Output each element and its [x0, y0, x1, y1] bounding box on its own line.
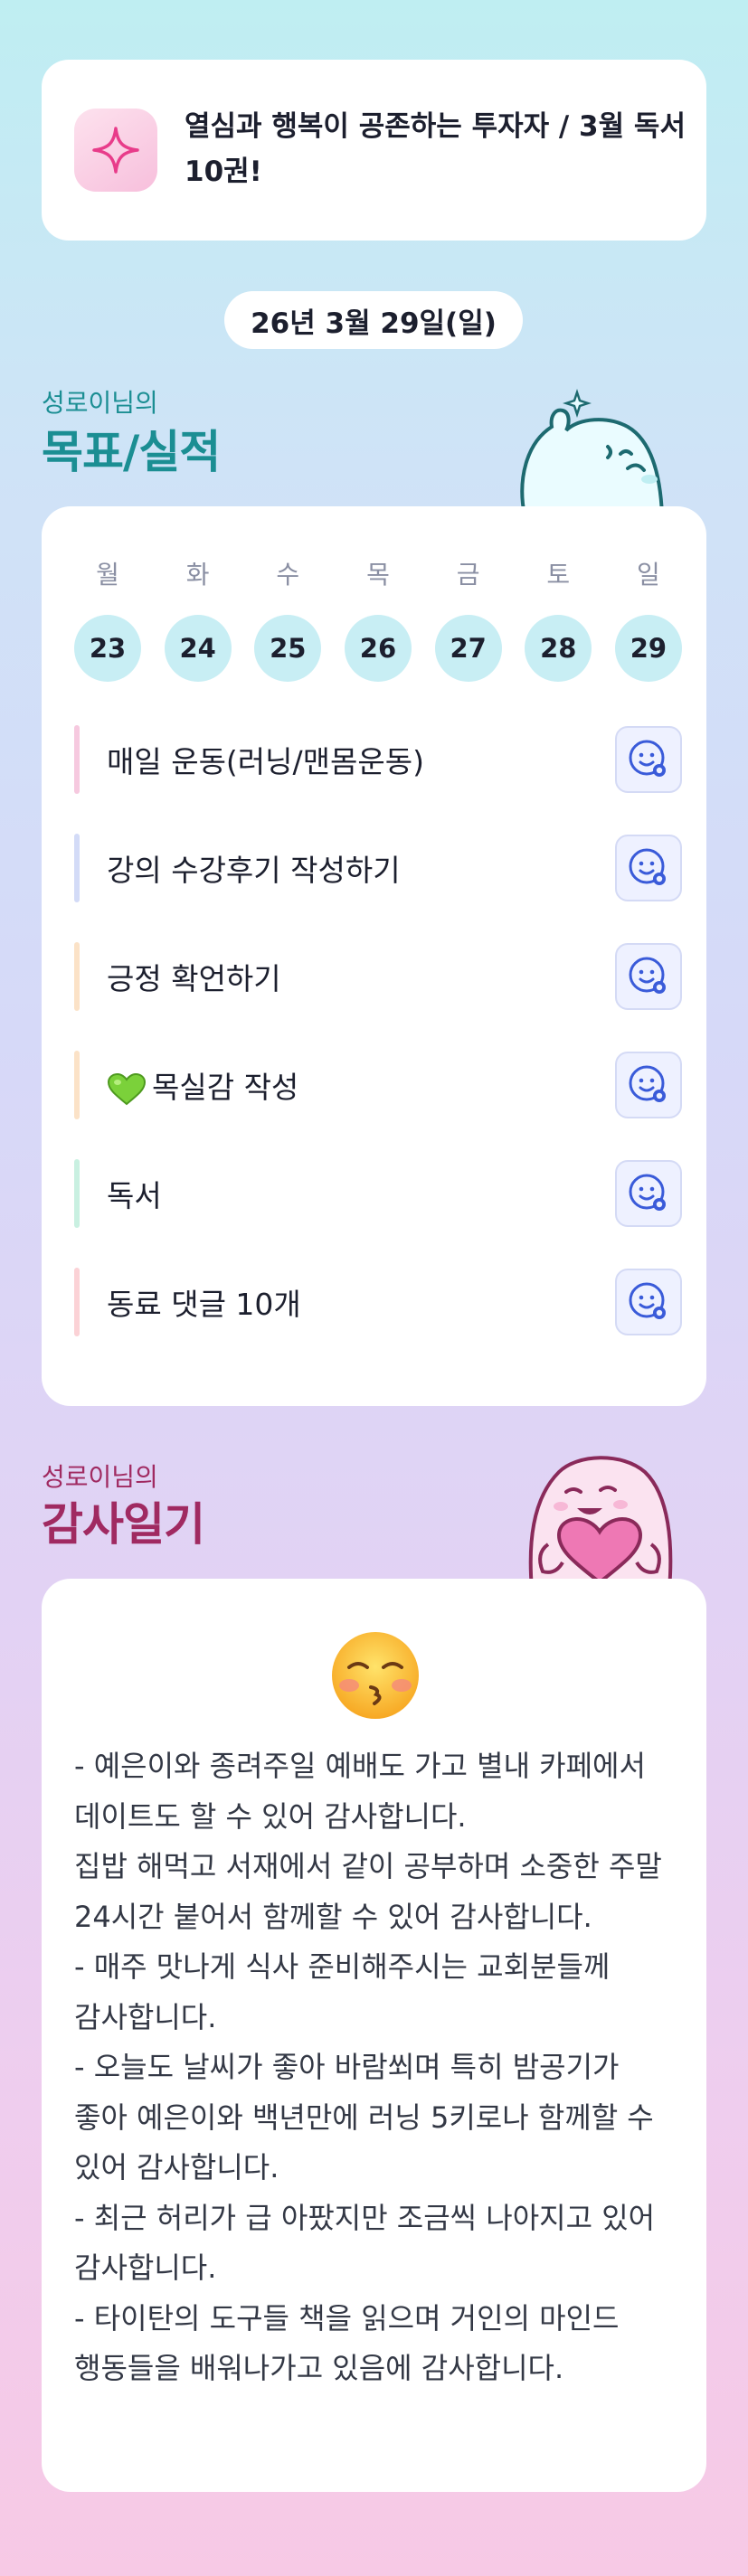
task-bar: [74, 1159, 80, 1228]
task-label: 강의 수강후기 작성하기: [107, 853, 401, 888]
task-bar: [74, 1051, 80, 1119]
reaction-button[interactable]: [615, 835, 682, 901]
sparkle-icon: [74, 109, 157, 192]
day-button[interactable]: 27: [434, 615, 502, 682]
reaction-button[interactable]: [615, 1160, 682, 1227]
smile-add-icon: [629, 1282, 666, 1319]
weekday-label: 일: [637, 560, 660, 590]
weekday-header: 월 화 수 목 금 토 일: [74, 555, 682, 591]
goals-card: 월 화 수 목 금 토 일 23 24 25 26 27 28 29 매일 운동…: [42, 506, 706, 1406]
green-heart-icon: [107, 1072, 147, 1105]
task-label: 긍정 확언하기: [107, 961, 281, 996]
weekday-label: 목: [366, 560, 390, 590]
task-row: 목실감 작성: [74, 1051, 682, 1119]
weekday-label: 수: [276, 560, 300, 590]
task-bar: [74, 1268, 80, 1336]
goal-text: 열심과 행복이 공존하는 투자자 / 3월 독서 10권!: [185, 110, 686, 188]
smile-add-icon: [629, 740, 666, 777]
reaction-button[interactable]: [615, 943, 682, 1010]
smile-add-icon: [629, 848, 666, 885]
date-label[interactable]: 26년 3월 29일(일): [224, 291, 523, 349]
gratitude-section-title: 감사일기: [42, 1498, 205, 1551]
weekday-label: 화: [185, 560, 210, 590]
task-label-container: 목실감 작성: [107, 1063, 615, 1107]
mascot-heart-icon: [528, 1456, 673, 1590]
day-button[interactable]: 24: [164, 615, 232, 682]
day-button[interactable]: 29: [614, 615, 682, 682]
diary-text: - 예은이와 종려주일 예배도 가고 별내 카페에서 데이트도 할 수 있어 감…: [74, 1749, 662, 2385]
reaction-button[interactable]: [615, 726, 682, 793]
task-label: 매일 운동(러닝/맨몸운동): [107, 744, 424, 779]
diary-card: - 예은이와 종려주일 예배도 가고 별내 카페에서 데이트도 할 수 있어 감…: [42, 1579, 706, 2492]
goals-section-title: 목표/실적: [42, 426, 221, 478]
task-bar: [74, 725, 80, 794]
task-row: 동료 댓글 10개: [74, 1268, 682, 1336]
task-row: 긍정 확언하기: [74, 942, 682, 1011]
goals-section-subtitle: 성로이님의: [42, 388, 158, 418]
smile-add-icon: [629, 957, 666, 994]
smile-add-icon: [629, 1174, 666, 1211]
day-row: 23 24 25 26 27 28 29: [74, 615, 682, 682]
day-button[interactable]: 26: [344, 615, 412, 682]
weekday-label: 월: [96, 560, 119, 590]
goal-card: 열심과 행복이 공존하는 투자자 / 3월 독서 10권!: [42, 60, 706, 241]
task-label: 동료 댓글 10개: [107, 1287, 301, 1322]
day-button[interactable]: 23: [74, 615, 141, 682]
task-bar: [74, 942, 80, 1011]
day-button[interactable]: 25: [254, 615, 322, 682]
reaction-button[interactable]: [615, 1052, 682, 1118]
task-row: 독서: [74, 1159, 682, 1228]
task-label: 독서: [107, 1178, 162, 1213]
kissing-face-icon: [332, 1632, 419, 1719]
day-button[interactable]: 28: [525, 615, 592, 682]
weekday-label: 금: [456, 560, 480, 590]
task-row: 매일 운동(러닝/맨몸운동): [74, 725, 682, 794]
task-bar: [74, 834, 80, 902]
task-row: 강의 수강후기 작성하기: [74, 834, 682, 902]
task-label: 목실감 작성: [152, 1070, 299, 1105]
mascot-waving-icon: [520, 389, 665, 515]
weekday-label: 토: [546, 560, 571, 590]
reaction-button[interactable]: [615, 1269, 682, 1335]
smile-add-icon: [629, 1065, 666, 1102]
